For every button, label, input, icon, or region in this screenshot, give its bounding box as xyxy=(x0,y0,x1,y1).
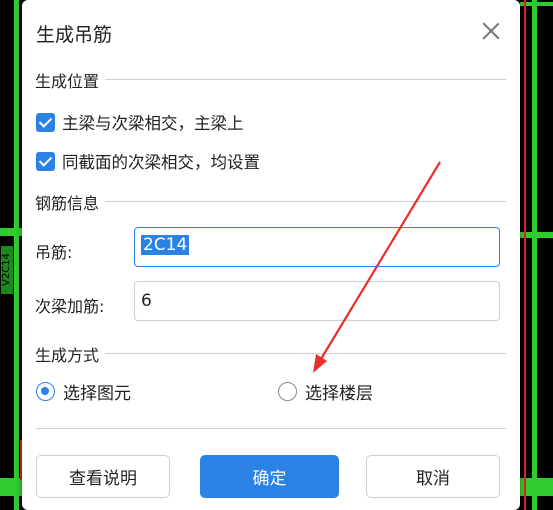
ok-button[interactable]: 确定 xyxy=(200,455,339,498)
cad-beam-line xyxy=(532,0,537,510)
radio-select-element[interactable]: 选择图元 xyxy=(36,379,131,404)
section-method-label: 生成方式 xyxy=(35,342,106,366)
radio-select-floor[interactable]: 选择楼层 xyxy=(278,379,373,404)
generate-hanger-dialog: 生成吊筋 生成位置 主梁与次梁相交，主梁上 同截面的次梁相交，均设置 钢筋信息 … xyxy=(22,0,520,510)
radio-label: 选择楼层 xyxy=(305,384,373,404)
dialog-title: 生成吊筋 xyxy=(36,24,113,46)
cad-label: V2C14 xyxy=(1,246,13,294)
radio-selected-icon[interactable] xyxy=(36,382,55,401)
radio-label: 选择图元 xyxy=(63,384,131,404)
checkbox-checked-icon[interactable] xyxy=(36,151,55,171)
close-icon[interactable] xyxy=(478,18,504,44)
checkbox-label: 同截面的次梁相交，均设置 xyxy=(62,153,260,172)
cad-beam-line xyxy=(14,0,19,510)
section-divider xyxy=(36,353,506,354)
checkbox-checked-icon[interactable] xyxy=(36,112,55,132)
checkbox-same-section[interactable]: 同截面的次梁相交，均设置 xyxy=(36,149,260,173)
hanger-input-value: 2C14 xyxy=(141,235,190,255)
secondary-rebar-value: 6 xyxy=(141,291,152,311)
view-help-button[interactable]: 查看说明 xyxy=(36,455,170,498)
hanger-label: 吊筋: xyxy=(35,243,73,262)
secondary-rebar-input[interactable]: 6 xyxy=(134,281,500,321)
hanger-input[interactable]: 2C14 xyxy=(134,227,500,267)
section-rebar-label: 钢筋信息 xyxy=(35,190,106,214)
section-divider xyxy=(36,79,506,80)
cancel-button[interactable]: 取消 xyxy=(366,455,500,498)
section-divider xyxy=(36,201,506,202)
secondary-rebar-label: 次梁加筋: xyxy=(35,297,105,316)
checkbox-label: 主梁与次梁相交，主梁上 xyxy=(62,114,244,133)
radio-unselected-icon[interactable] xyxy=(278,382,297,401)
footer-divider xyxy=(36,428,506,429)
section-position-label: 生成位置 xyxy=(35,68,106,92)
cad-axis-line xyxy=(524,0,526,510)
cad-beam-line xyxy=(0,478,22,496)
checkbox-main-beam[interactable]: 主梁与次梁相交，主梁上 xyxy=(36,110,244,134)
